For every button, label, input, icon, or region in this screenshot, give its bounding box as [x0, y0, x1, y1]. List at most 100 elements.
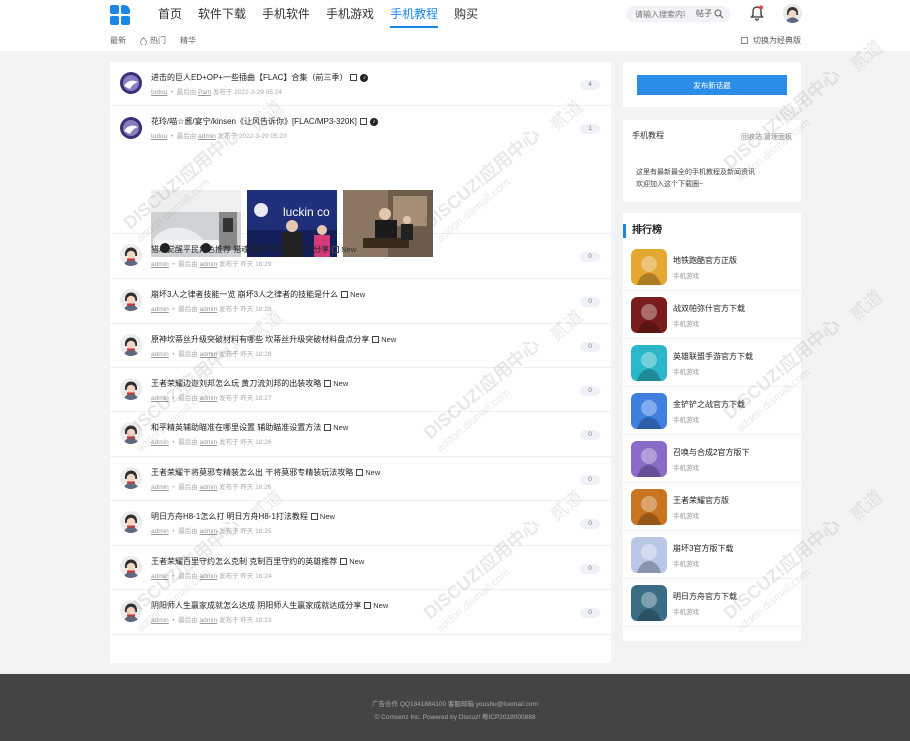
thread-row[interactable]: 猎魂觉醒平民角色推荐 猎魂觉醒平民角色推荐分享 New admin • 最后由 ad…: [110, 234, 611, 279]
thread-author[interactable]: tudou: [151, 89, 167, 96]
thread-row[interactable]: 王者荣耀干将莫邪专精装怎么出 干将莫邪专精装玩法攻略 New admin • 最后由…: [110, 457, 611, 501]
last-reply-user[interactable]: admin: [198, 133, 216, 140]
last-reply-user[interactable]: Pain: [198, 89, 211, 96]
last-reply-user[interactable]: admin: [200, 261, 218, 268]
thread-row[interactable]: 进击的巨人ED+OP+一些插曲【FLAC】合集（前三季） ♪ tudou • 最后由…: [110, 62, 611, 106]
ranking-item[interactable]: 英雄联盟手游官方下载 手机游戏: [623, 339, 801, 387]
app-name[interactable]: 王者荣耀官方版: [673, 495, 729, 506]
author-avatar[interactable]: [120, 467, 142, 489]
author-avatar[interactable]: [120, 244, 142, 266]
last-reply-user[interactable]: admin: [200, 573, 218, 580]
thread-title[interactable]: 原神坎蒂丝升级突破材料有哪些 坎蒂丝升级突破材料盘点分享 New: [151, 334, 396, 345]
thread-author[interactable]: admin: [151, 306, 169, 313]
author-avatar[interactable]: [120, 289, 142, 311]
thread-title[interactable]: 进击的巨人ED+OP+一些插曲【FLAC】合集（前三季） ♪: [151, 72, 369, 83]
thread-title[interactable]: 阴阳师人生赢家成就怎么达成 阴阳师人生赢家成就达成分享 New: [151, 600, 388, 611]
thread-row[interactable]: 王者荣耀百里守约怎么克制 克制百里守约的英雄推荐 New admin • 最后由 a…: [110, 546, 611, 590]
user-avatar[interactable]: [783, 4, 802, 23]
last-reply-user[interactable]: admin: [200, 439, 218, 446]
thread-author[interactable]: tudou: [151, 133, 167, 140]
ranking-item[interactable]: 崩坏3官方版下载 手机游戏: [623, 531, 801, 579]
thread-title[interactable]: 和平精英辅助瞄准在哪里设置 辅助瞄准设置方法 New: [151, 422, 348, 433]
app-name[interactable]: 明日方舟官方下载: [673, 591, 737, 602]
thread-title[interactable]: 花玲/喵☆酱/宴宁/kinsen《让风告诉你》[FLAC/MP3-320K] ♪: [151, 116, 378, 127]
nav-mobile-software[interactable]: 手机软件: [254, 0, 318, 30]
thread-row[interactable]: 阴阳师人生赢家成就怎么达成 阴阳师人生赢家成就达成分享 New admin • 最后…: [110, 590, 611, 635]
site-logo[interactable]: [110, 5, 130, 25]
thread-row[interactable]: 和平精英辅助瞄准在哪里设置 辅助瞄准设置方法 New admin • 最后由 adm…: [110, 412, 611, 457]
bell-icon[interactable]: [750, 5, 764, 21]
author-avatar[interactable]: [120, 72, 142, 94]
app-icon[interactable]: [631, 297, 667, 333]
author-avatar[interactable]: [120, 422, 142, 444]
subnav-digest[interactable]: 精华: [180, 35, 196, 46]
search-scope[interactable]: 帖子: [696, 8, 712, 19]
author-avatar[interactable]: [120, 556, 142, 578]
app-name[interactable]: 战双帕弥什官方下载: [673, 303, 745, 314]
app-icon[interactable]: [631, 441, 667, 477]
last-reply-prefix: 最后由: [176, 133, 197, 140]
thread-title[interactable]: 崩坏3人之律者技能一览 崩坏3人之律者的技能是什么 New: [151, 289, 365, 300]
last-reply-user[interactable]: admin: [200, 351, 218, 358]
thread-row[interactable]: 崩坏3人之律者技能一览 崩坏3人之律者的技能是什么 New admin • 最后由 …: [110, 279, 611, 324]
nav-software[interactable]: 软件下载: [190, 0, 254, 30]
author-avatar[interactable]: [120, 378, 142, 400]
ranking-item[interactable]: 明日方舟官方下载 手机游戏: [623, 579, 801, 627]
last-reply-user[interactable]: admin: [200, 484, 218, 491]
search-icon[interactable]: [714, 9, 724, 19]
ranking-item[interactable]: 地铁跑酷官方正版 手机游戏: [623, 243, 801, 291]
thread-row[interactable]: 花玲/喵☆酱/宴宁/kinsen《让风告诉你》[FLAC/MP3-320K] ♪ t…: [110, 106, 611, 257]
thread-row[interactable]: 明日方舟H8-1怎么打 明日方舟H8-1打法教程 New admin • 最后由 a…: [110, 501, 611, 546]
thread-author[interactable]: admin: [151, 484, 169, 491]
app-icon[interactable]: [631, 393, 667, 429]
last-reply-prefix: 最后由: [178, 261, 198, 268]
app-icon[interactable]: [631, 537, 667, 573]
last-reply-user[interactable]: admin: [200, 617, 218, 624]
thread-author[interactable]: admin: [151, 528, 169, 535]
ranking-item[interactable]: 金铲铲之战官方下载 手机游戏: [623, 387, 801, 435]
forum-admin-links[interactable]: 回收站 管理面板: [741, 132, 792, 142]
thread-author[interactable]: admin: [151, 395, 169, 402]
search-input[interactable]: [635, 7, 685, 21]
app-name[interactable]: 崩坏3官方版下载: [673, 543, 733, 554]
subnav-latest[interactable]: 最新: [110, 35, 126, 46]
nav-buy[interactable]: 购买: [446, 0, 486, 30]
subnav-hot-label: 热门: [150, 36, 166, 45]
thread-title[interactable]: 王者荣耀干将莫邪专精装怎么出 干将莫邪专精装玩法攻略 New: [151, 467, 380, 478]
subnav-hot[interactable]: 热门: [140, 35, 166, 46]
thread-title[interactable]: 明日方舟H8-1怎么打 明日方舟H8-1打法教程 New: [151, 511, 335, 522]
app-name[interactable]: 召唤与合成2官方版下: [673, 447, 749, 458]
thread-row[interactable]: 原神坎蒂丝升级突破材料有哪些 坎蒂丝升级突破材料盘点分享 New admin • 最…: [110, 324, 611, 368]
ranking-item[interactable]: 王者荣耀官方版 手机游戏: [623, 483, 801, 531]
author-avatar[interactable]: [120, 334, 142, 356]
nav-mobile-tutorials[interactable]: 手机教程: [382, 0, 446, 30]
app-icon[interactable]: [631, 345, 667, 381]
thread-title[interactable]: 王者荣耀百里守约怎么克制 克制百里守约的英雄推荐 New: [151, 556, 364, 567]
new-topic-button[interactable]: 发布新话题: [637, 75, 787, 95]
thread-author[interactable]: admin: [151, 573, 169, 580]
author-avatar[interactable]: [120, 511, 142, 533]
author-avatar[interactable]: [120, 117, 142, 139]
thread-row[interactable]: 王者荣耀边迩刘邦怎么玩 黄刀流刘邦的出装攻略 New admin • 最后由 adm…: [110, 368, 611, 412]
classic-switch[interactable]: 切换为经典版: [741, 35, 801, 46]
app-icon[interactable]: [631, 489, 667, 525]
thread-author[interactable]: admin: [151, 617, 169, 624]
app-icon[interactable]: [631, 249, 667, 285]
nav-home[interactable]: 首页: [150, 0, 190, 30]
last-reply-user[interactable]: admin: [200, 395, 218, 402]
app-name[interactable]: 英雄联盟手游官方下载: [673, 351, 753, 362]
last-reply-user[interactable]: admin: [200, 528, 218, 535]
last-reply-user[interactable]: admin: [200, 306, 218, 313]
app-icon[interactable]: [631, 585, 667, 621]
thread-title[interactable]: 王者荣耀边迩刘邦怎么玩 黄刀流刘邦的出装攻略 New: [151, 378, 348, 389]
ranking-item[interactable]: 战双帕弥什官方下载 手机游戏: [623, 291, 801, 339]
thread-author[interactable]: admin: [151, 439, 169, 446]
thread-author[interactable]: admin: [151, 261, 169, 268]
thread-title[interactable]: 猎魂觉醒平民角色推荐 猎魂觉醒平民角色推荐分享 New: [151, 244, 356, 255]
author-avatar[interactable]: [120, 600, 142, 622]
nav-mobile-games[interactable]: 手机游戏: [318, 0, 382, 30]
thread-author[interactable]: admin: [151, 351, 169, 358]
ranking-item[interactable]: 召唤与合成2官方版下 手机游戏: [623, 435, 801, 483]
app-name[interactable]: 金铲铲之战官方下载: [673, 399, 745, 410]
app-name[interactable]: 地铁跑酷官方正版: [673, 255, 737, 266]
